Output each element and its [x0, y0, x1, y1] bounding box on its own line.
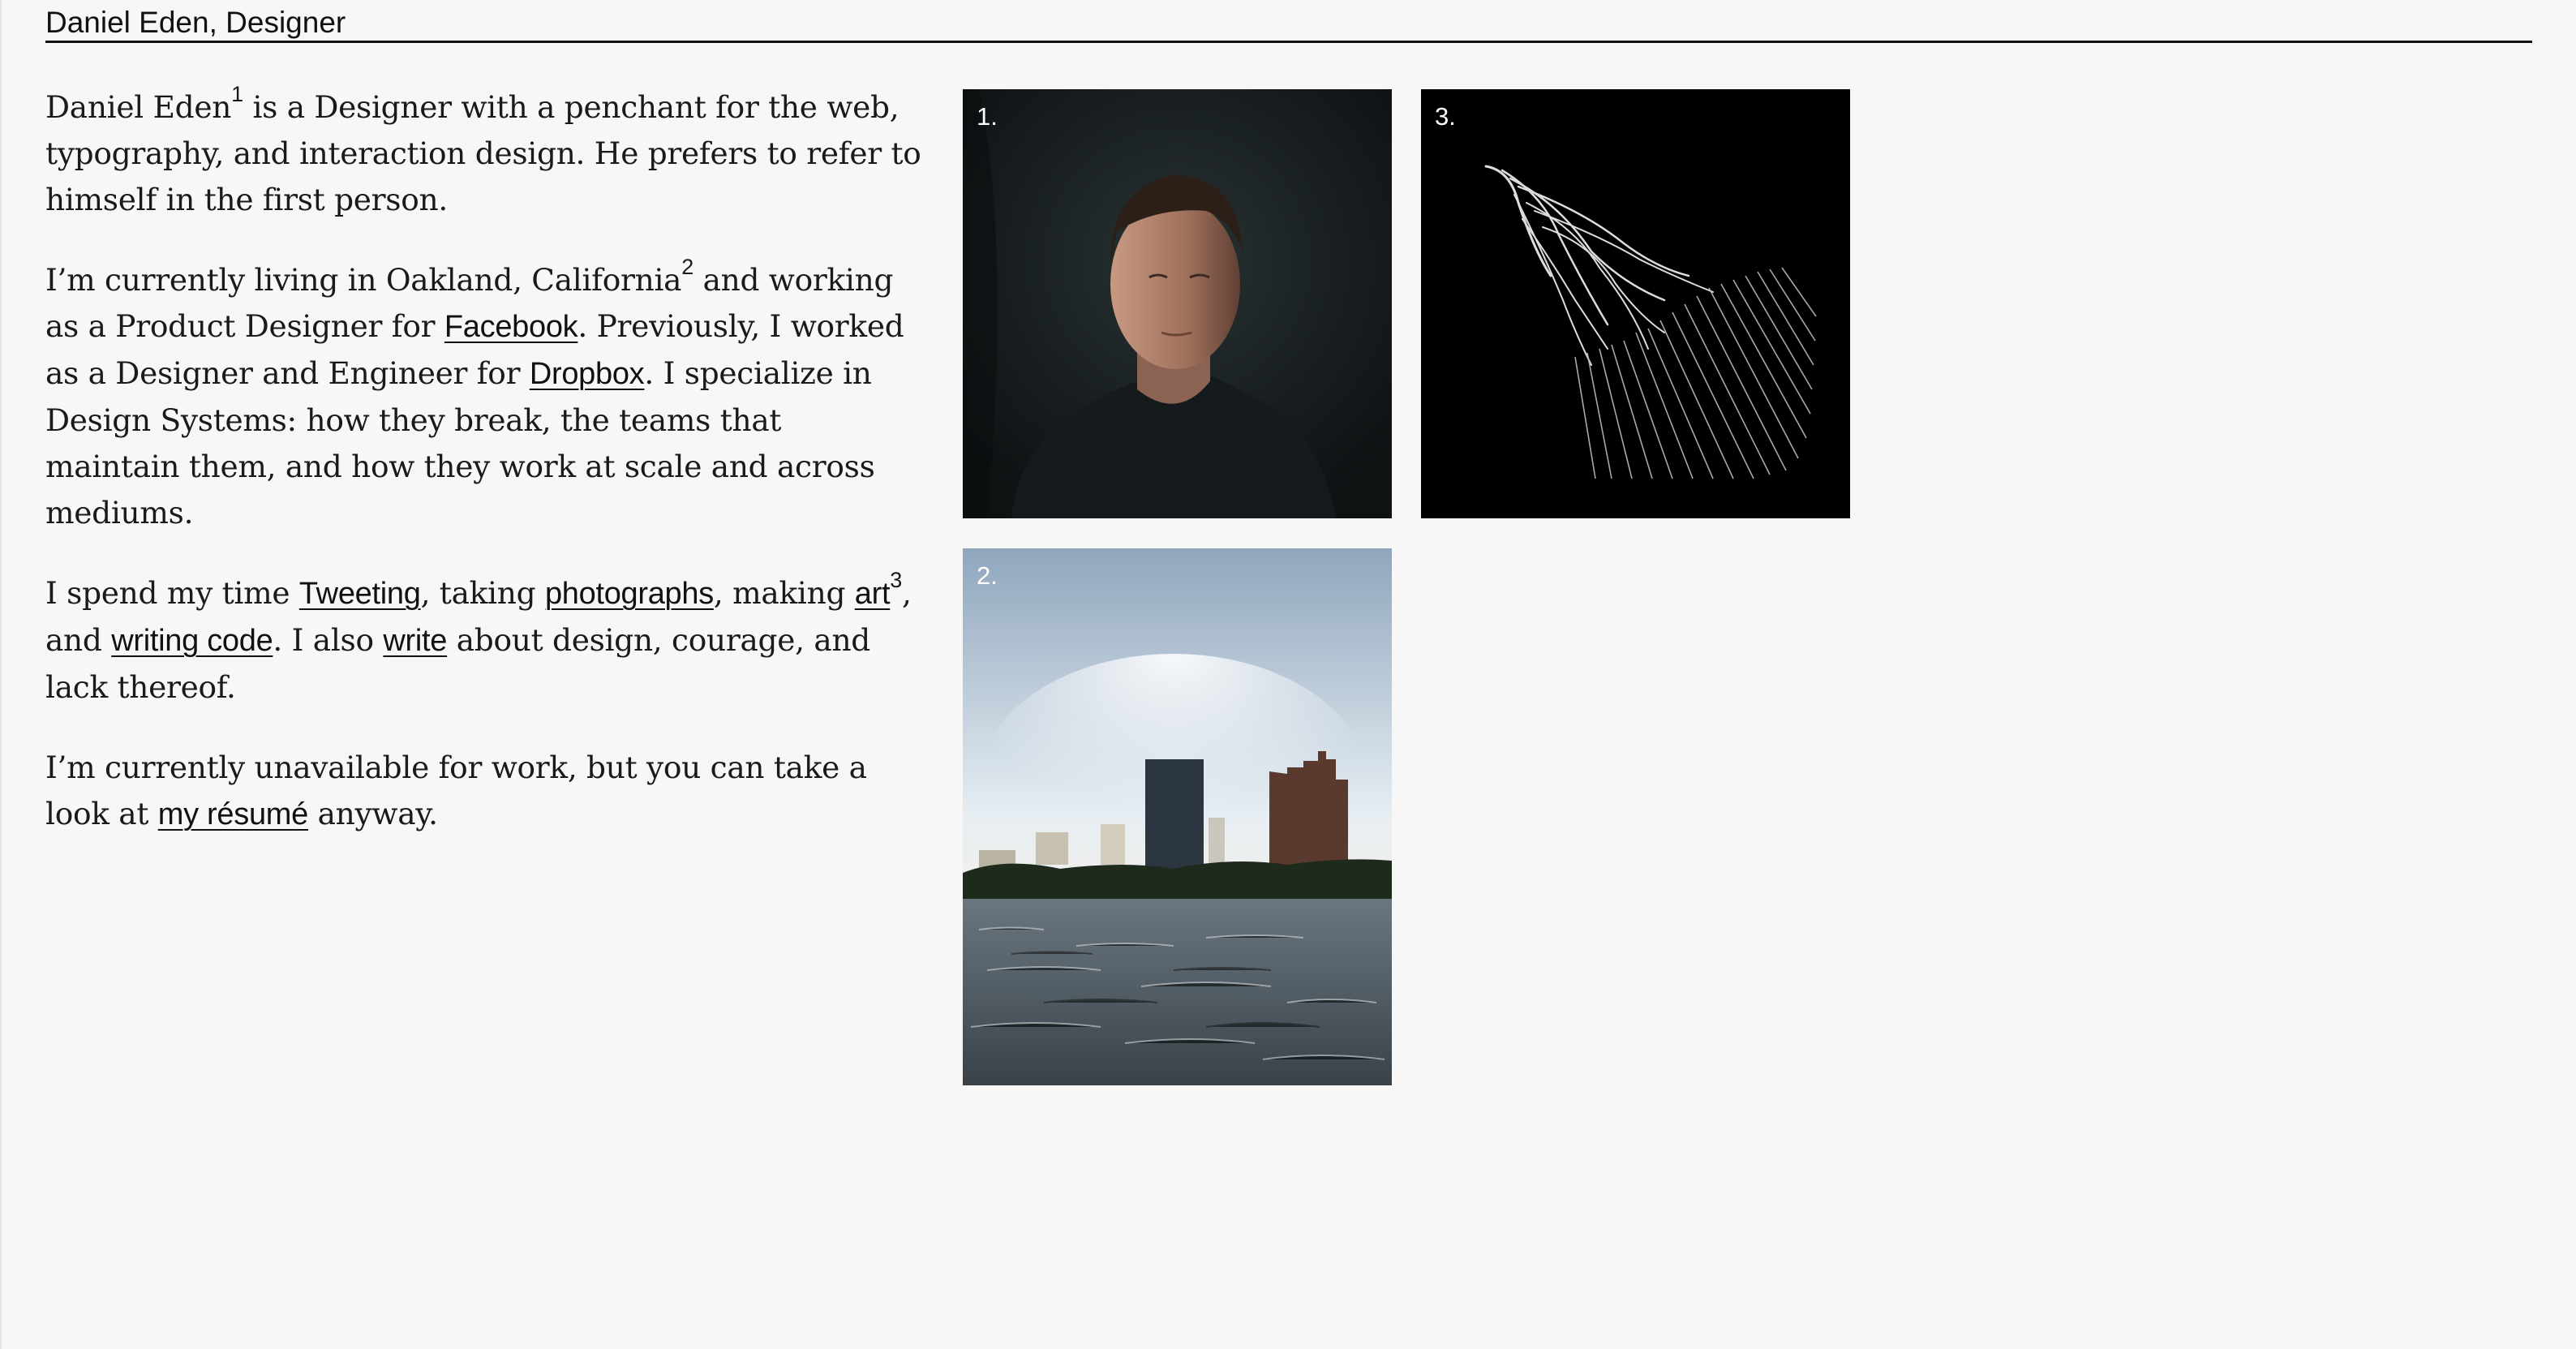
- photo-portrait: 1.: [963, 89, 1392, 518]
- photo-generative-art: 3.: [1421, 89, 1850, 518]
- person-name: Daniel Eden: [45, 89, 232, 125]
- resume-link[interactable]: my résumé: [158, 797, 309, 831]
- photo-number-label: 1.: [977, 102, 998, 131]
- write-link[interactable]: write: [383, 624, 447, 658]
- facebook-link[interactable]: Facebook: [444, 310, 578, 344]
- writing-code-link[interactable]: writing code: [111, 624, 273, 658]
- skyline-image: [963, 548, 1392, 1085]
- footnote-1: 1: [231, 81, 243, 106]
- bio-text: . I also: [273, 622, 384, 658]
- bio-text: I’m currently living in Oakland, Califor…: [45, 262, 682, 298]
- bio-paragraph-availability: I’m currently unavailable for work, but …: [45, 745, 921, 838]
- art-link[interactable]: art: [855, 577, 891, 611]
- site-title[interactable]: Daniel Eden, Designer: [45, 6, 346, 39]
- bio-text: , making: [713, 575, 855, 611]
- bio-paragraph-hobbies: I spend my time Tweeting, taking photogr…: [45, 567, 921, 711]
- photographs-link[interactable]: photographs: [545, 577, 714, 611]
- site-header: Daniel Eden, Designer: [45, 2, 2532, 43]
- bio-text: , taking: [420, 575, 545, 611]
- generative-art-image: [1421, 89, 1850, 518]
- bio-paragraph-intro: Daniel Eden1 is a Designer with a pencha…: [45, 81, 921, 223]
- photo-oakland-skyline: 2.: [963, 548, 1392, 1085]
- tweeting-link[interactable]: Tweeting: [299, 577, 421, 611]
- bio-text: I spend my time: [45, 575, 299, 611]
- footnote-3: 3: [890, 567, 902, 592]
- footnote-2: 2: [681, 254, 693, 279]
- left-edge-divider: [0, 0, 2, 1349]
- bio-text: anyway.: [307, 796, 438, 831]
- dropbox-link[interactable]: Dropbox: [530, 357, 645, 391]
- bio-paragraph-work: I’m currently living in Oakland, Califor…: [45, 254, 921, 536]
- portrait-image: [963, 89, 1392, 518]
- photo-number-label: 2.: [977, 561, 998, 590]
- photo-number-label: 3.: [1435, 102, 1456, 131]
- bio-section: Daniel Eden1 is a Designer with a pencha…: [45, 81, 921, 872]
